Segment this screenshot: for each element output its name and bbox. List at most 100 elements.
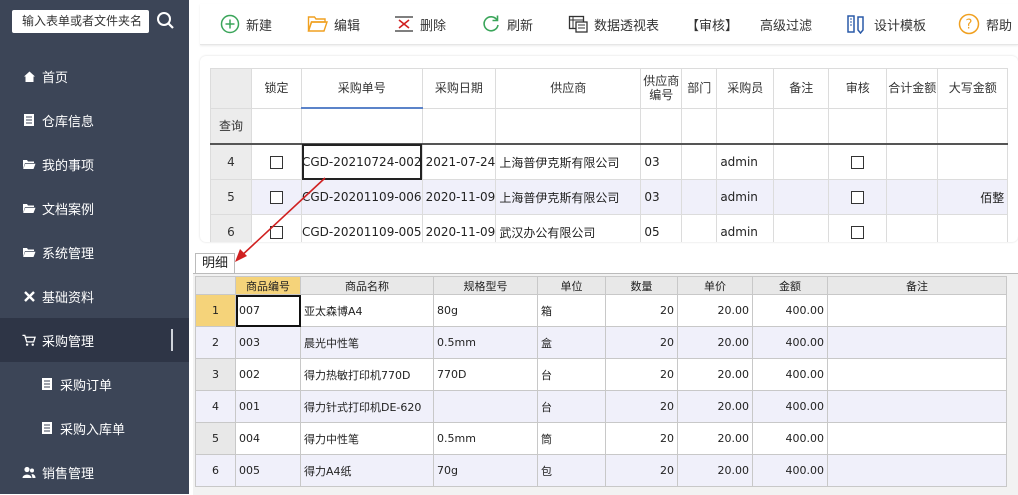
price-cell[interactable]: 20.00 [677, 294, 753, 327]
table-row[interactable]: 2 003 晨光中性笔 0.5mm 盒 20 20.00 400.00 [195, 326, 1007, 359]
note-cell[interactable] [773, 214, 830, 242]
supplier-code-cell[interactable]: 05 [640, 214, 683, 242]
note-cell[interactable] [773, 143, 830, 180]
product-name-cell[interactable]: 得力热敏打印机770D [300, 358, 434, 391]
detail-tab[interactable]: 明细 [195, 253, 235, 274]
qty-cell[interactable]: 20 [605, 390, 678, 423]
advanced-filter-button[interactable]: 高级过滤 [760, 4, 812, 44]
qty-cell[interactable]: 20 [605, 294, 678, 327]
col-header-price[interactable]: 单价 [677, 276, 753, 295]
pivot-table-button[interactable]: 数据透视表 [568, 4, 659, 44]
qty-cell[interactable]: 20 [605, 454, 678, 487]
product-code-cell[interactable]: 007 [235, 294, 301, 327]
unit-cell[interactable]: 盒 [537, 326, 606, 359]
price-cell[interactable]: 20.00 [677, 358, 753, 391]
product-code-cell[interactable]: 005 [235, 454, 301, 487]
date-cell[interactable]: 2020-11-09 [421, 214, 497, 242]
col-header-unit[interactable]: 单位 [537, 276, 606, 295]
query-cell[interactable] [301, 107, 423, 145]
product-code-cell[interactable]: 002 [235, 358, 301, 391]
note-cell[interactable] [773, 179, 830, 215]
audit-button[interactable]: 【审核】 [686, 4, 738, 44]
product-code-cell[interactable]: 004 [235, 422, 301, 455]
query-cell[interactable] [495, 107, 642, 145]
price-cell[interactable]: 20.00 [677, 390, 753, 423]
unit-cell[interactable]: 台 [537, 358, 606, 391]
total-cell[interactable] [886, 143, 939, 180]
sidebar-item-sales[interactable]: 销售管理 [0, 450, 189, 494]
spec-cell[interactable]: 80g [433, 294, 538, 327]
spec-cell[interactable] [433, 390, 538, 423]
delete-button[interactable]: 删除 [394, 4, 446, 44]
query-cell[interactable] [251, 107, 302, 145]
col-header-product-name[interactable]: 商品名称 [300, 276, 434, 295]
qty-cell[interactable]: 20 [605, 358, 678, 391]
refresh-button[interactable]: 刷新 [481, 4, 533, 44]
product-name-cell[interactable]: 得力A4纸 [300, 454, 434, 487]
amount-cell[interactable]: 400.00 [752, 390, 828, 423]
query-cell[interactable] [886, 107, 939, 145]
spec-cell[interactable]: 0.5mm [433, 422, 538, 455]
table-row[interactable]: 6 005 得力A4纸 70g 包 20 20.00 400.00 [195, 454, 1007, 487]
note-cell[interactable] [827, 326, 1007, 359]
col-header-note[interactable]: 备注 [827, 276, 1007, 295]
table-row[interactable]: 5 004 得力中性笔 0.5mm 筒 20 20.00 400.00 [195, 422, 1007, 455]
note-cell[interactable] [827, 358, 1007, 391]
product-code-cell[interactable]: 003 [235, 326, 301, 359]
amount-cell[interactable]: 400.00 [752, 358, 828, 391]
buyer-cell[interactable]: admin [716, 214, 775, 242]
product-name-cell[interactable]: 亚太森博A4 [300, 294, 434, 327]
col-header-qty[interactable]: 数量 [605, 276, 678, 295]
col-header-note[interactable]: 备注 [773, 68, 830, 109]
note-cell[interactable] [827, 294, 1007, 327]
price-cell[interactable]: 20.00 [677, 326, 753, 359]
upper-amount-cell[interactable] [937, 214, 1009, 242]
product-name-cell[interactable]: 得力中性笔 [300, 422, 434, 455]
col-header-supplier-code[interactable]: 供应商编号 [640, 68, 683, 109]
sidebar-item-home[interactable]: 首页 [0, 54, 189, 98]
sidebar-item-doc-cases[interactable]: 文档案例 [0, 186, 189, 230]
sidebar-item-warehouse[interactable]: 仓库信息 [0, 98, 189, 142]
unit-cell[interactable]: 箱 [537, 294, 606, 327]
col-header-supplier[interactable]: 供应商 [495, 68, 642, 109]
sidebar-search-input[interactable]: 输入表单或者文件夹名 [12, 10, 149, 33]
edit-button[interactable]: 编辑 [307, 4, 360, 44]
new-button[interactable]: 新建 [220, 4, 272, 44]
col-header-locked[interactable]: 锁定 [251, 68, 302, 109]
spec-cell[interactable]: 70g [433, 454, 538, 487]
col-header-total[interactable]: 合计金额 [886, 68, 939, 109]
query-cell[interactable] [828, 107, 888, 145]
price-cell[interactable]: 20.00 [677, 422, 753, 455]
unit-cell[interactable]: 台 [537, 390, 606, 423]
amount-cell[interactable]: 400.00 [752, 294, 828, 327]
col-header-buyer[interactable]: 采购员 [716, 68, 775, 109]
unit-cell[interactable]: 包 [537, 454, 606, 487]
note-cell[interactable] [827, 422, 1007, 455]
supplier-code-cell[interactable]: 03 [640, 143, 683, 180]
spec-cell[interactable]: 770D [433, 358, 538, 391]
col-header-product-code[interactable]: 商品编号 [235, 276, 301, 295]
price-cell[interactable]: 20.00 [677, 454, 753, 487]
total-cell[interactable] [886, 179, 939, 215]
date-cell[interactable]: 2020-11-09 [421, 179, 497, 215]
sidebar-item-system[interactable]: 系统管理 [0, 230, 189, 274]
sidebar-item-purchase-order[interactable]: 采购订单 [0, 362, 189, 406]
upper-amount-cell[interactable]: 佰整 [937, 179, 1009, 215]
supplier-code-cell[interactable]: 03 [640, 179, 683, 215]
product-name-cell[interactable]: 晨光中性笔 [300, 326, 434, 359]
dept-cell[interactable] [681, 143, 718, 180]
design-template-button[interactable]: 设计模板 [846, 4, 926, 44]
supplier-cell[interactable]: 武汉办公有限公司 [495, 214, 642, 242]
note-cell[interactable] [827, 390, 1007, 423]
col-header-date[interactable]: 采购日期 [421, 68, 497, 109]
table-row[interactable]: 1 007 亚太森博A4 80g 箱 20 20.00 400.00 [195, 294, 1007, 327]
col-header-amount[interactable]: 金额 [752, 276, 828, 295]
date-cell[interactable]: 2021-07-24 [421, 143, 497, 180]
upper-amount-cell[interactable] [937, 143, 1009, 180]
dept-cell[interactable] [681, 179, 718, 215]
qty-cell[interactable]: 20 [605, 326, 678, 359]
col-header-dept[interactable]: 部门 [681, 68, 718, 109]
total-cell[interactable] [886, 214, 939, 242]
query-cell[interactable] [421, 107, 497, 145]
audit-checkbox[interactable] [828, 179, 888, 215]
